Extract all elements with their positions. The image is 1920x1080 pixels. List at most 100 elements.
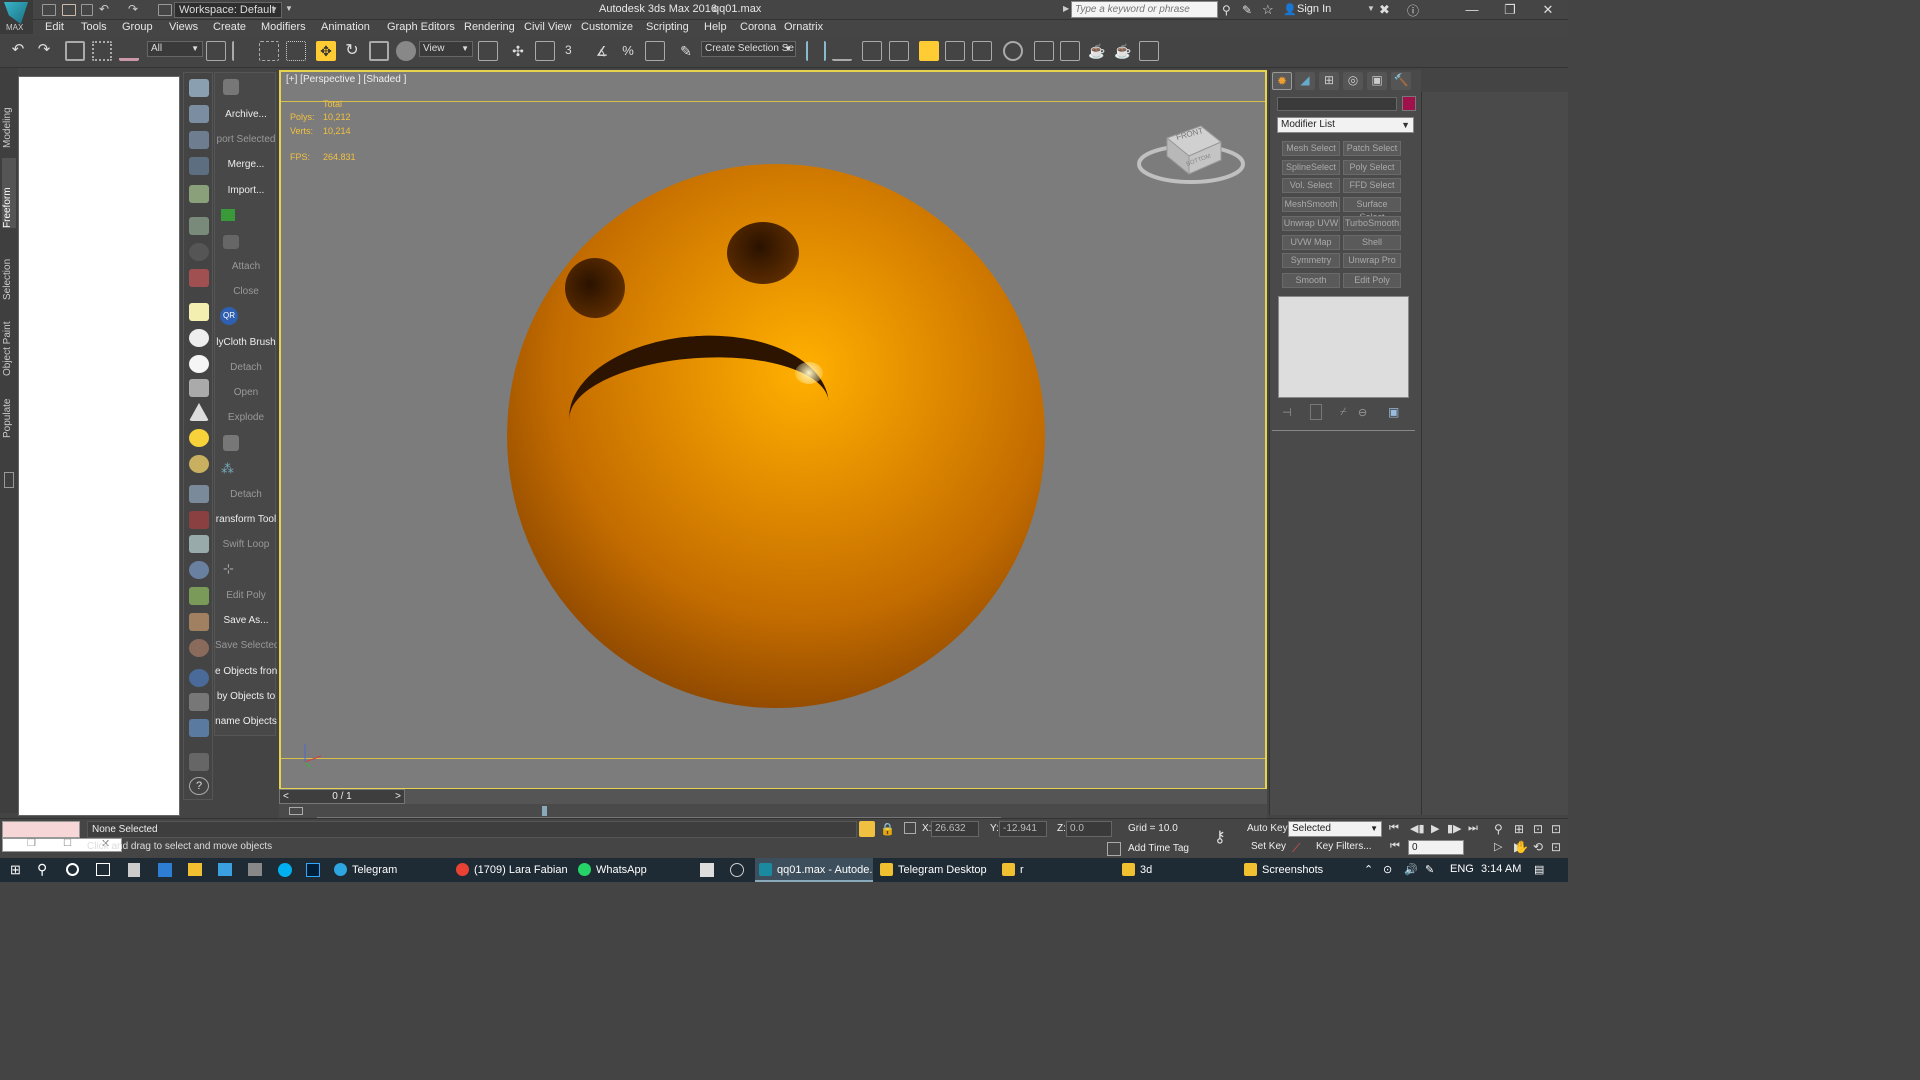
help-search-input[interactable] (1071, 1, 1218, 18)
modifier-stack[interactable] (1278, 296, 1409, 398)
restore-button[interactable]: ❐ (1491, 0, 1529, 20)
viewcube-icon[interactable]: FRONT BOTTOM (1137, 114, 1245, 188)
bind-spacewarp-icon[interactable] (119, 41, 139, 61)
toggle-ribbon-icon[interactable] (919, 41, 939, 61)
previous-frame-icon[interactable]: ◀▮ (1410, 822, 1425, 835)
motion-tab-icon[interactable]: ◎ (1343, 72, 1363, 90)
taskbar-whatsapp[interactable]: WhatsApp (574, 858, 692, 882)
rendered-frame-window-icon[interactable] (1060, 41, 1080, 61)
pin-stack-icon[interactable]: ⊣ (1282, 406, 1292, 419)
undo-icon[interactable]: ↶ (8, 41, 28, 61)
key-mode-toggle-icon[interactable]: ⏮ (1390, 840, 1400, 853)
menu-civil-view[interactable]: Civil View (524, 21, 571, 33)
time-slider[interactable]: < 0 / 1 > (279, 789, 1267, 804)
render-icon[interactable] (189, 105, 209, 123)
hierarchy-tab-icon[interactable]: ⊞ (1319, 72, 1339, 90)
menu-help[interactable]: Help (704, 21, 727, 33)
sun-icon[interactable] (189, 429, 209, 447)
angle-snap-icon[interactable]: ∡ (592, 41, 612, 61)
communication-center-icon[interactable]: ✎ (1242, 3, 1252, 17)
binoculars-icon[interactable]: ⚲ (1222, 3, 1231, 17)
exchange-apps-icon[interactable]: ✖ (1379, 2, 1390, 18)
new-file-icon[interactable] (42, 4, 56, 16)
rectangular-selection-icon[interactable] (259, 41, 279, 61)
key-mode-dropdown[interactable]: Selected ▼ (1288, 821, 1382, 837)
camera-icon[interactable] (189, 535, 209, 553)
workspace-dropdown[interactable]: Workspace: Default ▼ (174, 2, 282, 18)
command-import[interactable]: Import... (215, 185, 277, 196)
link-icon[interactable] (65, 41, 85, 61)
configure-modifier-sets-icon[interactable]: ▣ (1388, 405, 1399, 419)
taskbar-screenshots[interactable]: Screenshots (1240, 858, 1358, 882)
manipulate-icon[interactable]: ✣ (508, 41, 528, 61)
command-archive[interactable]: Archive... (215, 109, 277, 120)
taskbar-folder-3d[interactable]: 3d (1118, 858, 1236, 882)
zoom-icon[interactable]: ⚲ (1494, 822, 1503, 836)
helper-icon[interactable] (189, 455, 209, 473)
grid-icon[interactable] (189, 157, 209, 175)
zoom-extents-all-icon[interactable]: ⊡ (1551, 822, 1561, 836)
customize-quick-access-icon[interactable]: ▼ (285, 4, 293, 13)
command-copy-objects-to[interactable]: by Objects to (215, 691, 277, 702)
skype-icon[interactable] (278, 863, 292, 877)
wood-icon[interactable] (189, 639, 209, 657)
clock[interactable]: 3:14 AM (1481, 863, 1521, 875)
taskbar-telegram-desktop[interactable]: Telegram Desktop (876, 858, 994, 882)
add-time-tag-button[interactable]: Add Time Tag (1128, 843, 1189, 854)
modify-tab-icon[interactable]: ◢ (1295, 72, 1315, 90)
material-editor-icon[interactable] (1003, 41, 1023, 61)
maximize-viewport-icon[interactable]: ⊡ (1551, 840, 1561, 854)
cortana-icon[interactable] (66, 863, 79, 876)
remove-modifier-icon[interactable]: ⊖ (1358, 406, 1367, 419)
close-button[interactable]: ✕ (1529, 0, 1567, 20)
expand-search-icon[interactable]: ▶ (1063, 4, 1069, 13)
network-icon[interactable]: ⊙ (1383, 863, 1392, 876)
command-merge[interactable]: Merge... (215, 159, 277, 170)
app-logo[interactable]: MAX (0, 0, 33, 34)
sign-in-link[interactable]: Sign In (1297, 3, 1331, 15)
restore-icon[interactable]: ❐ (27, 838, 36, 849)
named-selection-sets-dropdown[interactable]: Create Selection Se ▼ (701, 41, 796, 57)
redo-icon[interactable]: ↷ (34, 41, 54, 61)
favorites-star-icon[interactable]: ☆ (1262, 2, 1274, 18)
current-frame-field[interactable]: 0 (1408, 840, 1464, 855)
robot-icon[interactable] (189, 217, 209, 235)
select-object-icon[interactable] (206, 41, 226, 61)
unlink-icon[interactable] (92, 41, 112, 61)
zoom-extents-icon[interactable]: ⊡ (1533, 822, 1543, 836)
character-icon[interactable] (189, 269, 209, 287)
select-by-name-icon[interactable] (232, 41, 252, 61)
select-and-move-icon[interactable]: ✥ (316, 41, 336, 61)
command-move-objects-from[interactable]: e Objects fron (215, 666, 277, 677)
select-and-rotate-icon[interactable]: ↻ (342, 41, 362, 61)
taskbar-folder-r[interactable]: r (998, 858, 1116, 882)
water-sphere-icon[interactable] (189, 669, 209, 687)
time-slider-thumb[interactable]: < 0 / 1 > (279, 789, 405, 804)
photos-icon[interactable] (700, 863, 714, 877)
isolate-selection-icon[interactable] (859, 821, 875, 837)
menu-modifiers[interactable]: Modifiers (261, 21, 306, 33)
selection-lock-icon[interactable]: 🔒 (880, 822, 895, 836)
menu-ornatrix[interactable]: Ornatrix (784, 21, 823, 33)
key-filters-button[interactable]: Key Filters... (1316, 839, 1378, 855)
reference-coordinate-dropdown[interactable]: View ▼ (419, 41, 473, 57)
calculator-icon[interactable] (128, 863, 140, 877)
percent-snap-icon[interactable]: % (618, 41, 638, 61)
user-icon[interactable]: 👤 (1283, 3, 1297, 16)
search-icon[interactable]: ⚲ (37, 861, 47, 878)
select-and-place-icon[interactable] (396, 41, 416, 61)
set-key-button[interactable]: Set Key (1251, 839, 1286, 855)
maxscript-listener[interactable] (2, 821, 80, 838)
make-unique-icon[interactable]: ⌿ (1340, 406, 1347, 419)
taskbar-telegram[interactable]: Telegram (330, 858, 448, 882)
absolute-mode-icon[interactable] (904, 822, 916, 834)
perspective-viewport[interactable]: [+] [Perspective ] [Shaded ] Total Polys… (279, 70, 1267, 790)
redo-icon[interactable]: ↷ (128, 2, 138, 16)
pivot-center-icon[interactable] (478, 41, 498, 61)
render-setup-icon[interactable] (1034, 41, 1054, 61)
window-crossing-icon[interactable] (286, 41, 306, 61)
zoom-all-icon[interactable]: ⊞ (1514, 822, 1524, 836)
project-folder-icon[interactable] (158, 4, 172, 16)
keyboard-shortcut-override-icon[interactable] (535, 41, 555, 61)
prev-frame-button[interactable]: < (283, 790, 289, 803)
